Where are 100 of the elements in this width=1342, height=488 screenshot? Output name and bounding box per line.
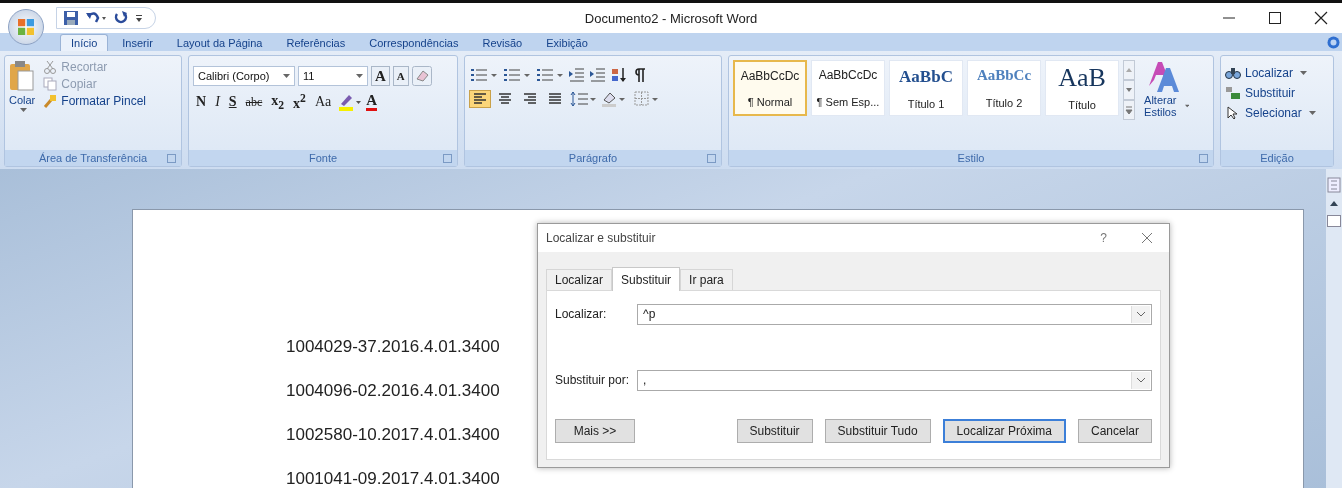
scroll-down-icon[interactable] bbox=[1123, 80, 1135, 100]
field-label: Localizar: bbox=[555, 307, 608, 321]
copy-icon bbox=[43, 77, 58, 91]
list-icon[interactable] bbox=[502, 66, 532, 84]
font-name-field[interactable]: Calibri (Corpo) bbox=[193, 66, 295, 86]
scissors-icon bbox=[43, 60, 58, 74]
indent-icon[interactable] bbox=[568, 66, 586, 84]
caret-icon bbox=[20, 108, 28, 112]
redo-icon[interactable] bbox=[113, 10, 129, 26]
dialog-button[interactable]: Substituir Tudo bbox=[824, 419, 931, 443]
input-field[interactable]: ^p bbox=[637, 303, 1152, 325]
ribbon-tab[interactable]: Exibição bbox=[536, 35, 598, 51]
format-button[interactable]: abc bbox=[242, 94, 266, 110]
scroll-thumb[interactable] bbox=[1327, 215, 1341, 227]
group-label: Área de Transferência bbox=[38, 152, 148, 164]
save-icon[interactable] bbox=[63, 10, 79, 26]
command-label: Selecionar bbox=[1245, 106, 1302, 120]
window-title: Documento2 - Microsoft Word bbox=[584, 10, 758, 26]
dialog-tab[interactable]: Ir para bbox=[680, 269, 733, 290]
dialog-button[interactable]: Cancelar bbox=[1077, 419, 1152, 443]
font-color-button[interactable]: A bbox=[366, 93, 378, 111]
customize-toolbar-icon[interactable] bbox=[135, 13, 143, 23]
document-line: 1002580-10.2017.4.01.3400 bbox=[286, 424, 500, 446]
clear-format-icon[interactable] bbox=[411, 66, 432, 86]
style-item[interactable]: AaBbCcDc ¶ Sem Esp... bbox=[811, 60, 885, 116]
chevron-down-icon bbox=[1136, 311, 1146, 317]
document-line: 1001041-09.2017.4.01.3400 bbox=[286, 468, 500, 488]
dialog-button[interactable]: Mais >> bbox=[555, 419, 635, 443]
editing-command[interactable]: Substituir bbox=[1225, 86, 1296, 100]
help-button[interactable]: ? bbox=[1100, 231, 1107, 245]
align-icon bbox=[523, 93, 537, 105]
editing-command[interactable]: Localizar bbox=[1225, 66, 1308, 80]
style-item[interactable]: AaBbC Título 1 bbox=[889, 60, 963, 116]
document-line: 1004029-37.2016.4.01.3400 bbox=[286, 336, 500, 358]
list-icon[interactable] bbox=[469, 66, 499, 84]
format-button[interactable]: x$_{2}$ bbox=[268, 92, 288, 112]
format-button[interactable]: I bbox=[212, 94, 223, 110]
office-button[interactable] bbox=[8, 9, 44, 45]
close-icon[interactable] bbox=[1314, 11, 1328, 25]
brush-icon bbox=[43, 94, 58, 108]
group-label: Parágrafo bbox=[568, 152, 618, 164]
more-styles-icon[interactable] bbox=[1123, 100, 1135, 120]
highlight-icon[interactable] bbox=[337, 92, 364, 112]
list-icon[interactable] bbox=[535, 66, 565, 84]
align-icon bbox=[548, 93, 562, 105]
font-name-value: Calibri (Corpo) bbox=[198, 70, 270, 82]
dialog-tab[interactable]: Localizar bbox=[546, 269, 613, 290]
change-styles-button[interactable]: Alterar Estilos bbox=[1139, 60, 1189, 118]
ribbon-tab[interactable]: Inserir bbox=[112, 35, 163, 51]
paste-button[interactable]: Colar bbox=[9, 60, 36, 112]
dialog-tab[interactable]: Substituir bbox=[612, 267, 681, 291]
help-icon[interactable] bbox=[1327, 35, 1340, 49]
clipboard-command[interactable]: Formatar Pincel bbox=[43, 94, 146, 108]
ribbon-tab[interactable]: Layout da Página bbox=[166, 35, 273, 51]
caret-icon bbox=[1184, 104, 1189, 108]
line-spacing-icon[interactable] bbox=[569, 90, 597, 108]
input-field[interactable]: , bbox=[637, 369, 1152, 391]
font-size-field[interactable]: 11 bbox=[298, 66, 368, 86]
dialog-button[interactable]: Localizar Próxima bbox=[942, 419, 1066, 443]
grow-font-button[interactable]: A bbox=[371, 66, 390, 86]
dialog-button[interactable]: Substituir bbox=[736, 419, 813, 443]
replace-icon bbox=[1225, 86, 1241, 100]
ribbon-tab[interactable]: Início bbox=[60, 34, 109, 51]
format-button[interactable]: Aa bbox=[311, 94, 335, 110]
maximize-icon[interactable] bbox=[1268, 11, 1282, 25]
chevron-down-icon bbox=[1136, 377, 1146, 383]
align-icon bbox=[473, 93, 487, 105]
format-button[interactable]: x$^{2}$ bbox=[290, 92, 309, 112]
clipboard-icon bbox=[9, 60, 36, 92]
group-label: Fonte bbox=[308, 152, 338, 164]
styles-icon bbox=[1147, 60, 1181, 94]
align-button[interactable] bbox=[469, 90, 491, 108]
indent-icon[interactable] bbox=[589, 66, 607, 84]
change-styles-label: Alterar Estilos bbox=[1143, 94, 1178, 118]
binoculars-icon bbox=[1225, 66, 1241, 80]
style-item[interactable]: AaB Título bbox=[1045, 60, 1119, 116]
font-size-value: 11 bbox=[303, 70, 315, 82]
group-label: Edição bbox=[1260, 152, 1294, 164]
sort-icon[interactable] bbox=[610, 66, 628, 84]
scroll-bar[interactable] bbox=[1326, 169, 1342, 488]
ribbon-tab[interactable]: Correspondências bbox=[359, 35, 469, 51]
command-label: Substituir bbox=[1245, 86, 1296, 100]
caret-icon bbox=[283, 74, 290, 78]
field-label: Substituir por: bbox=[555, 373, 631, 387]
shrink-font-button[interactable]: A bbox=[392, 66, 409, 86]
format-button[interactable]: S bbox=[225, 94, 240, 110]
dialog-title: Localizar e substituir bbox=[546, 231, 657, 245]
ribbon-tab[interactable]: Revisão bbox=[472, 35, 533, 51]
style-item[interactable]: AaBbCcDc ¶ Normal bbox=[733, 60, 807, 116]
group-label: Estilo bbox=[957, 152, 985, 164]
style-item[interactable]: AaBbCc Título 2 bbox=[967, 60, 1041, 116]
dropdown-button[interactable] bbox=[1131, 371, 1150, 389]
caret-icon bbox=[356, 74, 363, 78]
dropdown-button[interactable] bbox=[1131, 305, 1150, 323]
format-button[interactable]: N bbox=[193, 94, 210, 110]
command-label: Localizar bbox=[1245, 66, 1294, 80]
ribbon-tab[interactable]: Referências bbox=[276, 35, 356, 51]
document-line: 1004096-02.2016.4.01.3400 bbox=[286, 380, 500, 402]
align-icon bbox=[498, 93, 512, 105]
editing-command[interactable]: Selecionar bbox=[1225, 106, 1316, 120]
